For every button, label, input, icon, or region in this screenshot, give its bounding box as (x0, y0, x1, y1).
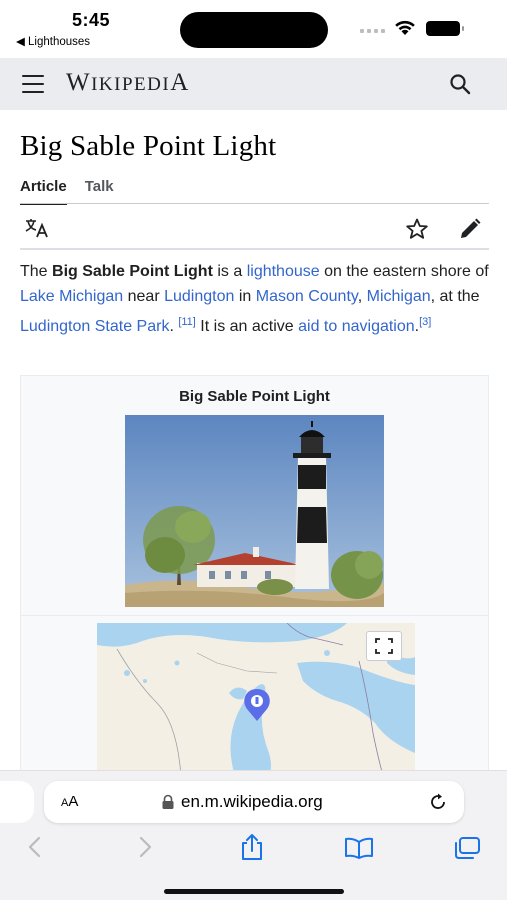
lock-icon (162, 794, 174, 809)
reference-11[interactable]: [11] (178, 316, 196, 328)
infobox: Big Sable Point Light (20, 375, 489, 776)
link-aid-to-navigation[interactable]: aid to navigation (298, 318, 415, 335)
home-indicator (164, 889, 344, 894)
tab-article[interactable]: Article (20, 178, 67, 205)
lead-text: , at the (430, 288, 480, 306)
back-icon[interactable] (26, 835, 44, 859)
share-icon[interactable] (239, 833, 265, 861)
wikipedia-wordmark[interactable]: WIKIPEDIA (66, 69, 190, 97)
menu-icon[interactable] (22, 75, 44, 93)
browser-nav-row (0, 833, 507, 863)
fullscreen-icon (375, 638, 393, 654)
tab-talk[interactable]: Talk (85, 178, 114, 205)
star-icon[interactable] (405, 217, 429, 241)
edit-icon[interactable] (458, 217, 482, 241)
reload-icon[interactable] (428, 792, 448, 812)
wordmark-middle: IKIPEDI (91, 74, 171, 95)
wordmark-initial: W (66, 69, 92, 96)
lighthouse-photo[interactable] (125, 415, 384, 607)
address-bar[interactable]: AA en.m.wikipedia.org (44, 781, 464, 823)
link-mason-county[interactable]: Mason County (256, 288, 358, 305)
wifi-icon (395, 20, 415, 35)
link-lighthouse[interactable]: lighthouse (247, 263, 320, 280)
aa-large-label: A (68, 793, 79, 810)
lead-text: The (20, 263, 53, 280)
page-title: Big Sable Point Light (20, 130, 277, 162)
bookmarks-icon[interactable] (344, 837, 374, 859)
lead-text: in (234, 288, 256, 306)
status-bar: 5:45 ◀ Lighthouses (0, 0, 507, 58)
tabs-divider (20, 203, 489, 204)
link-ludington[interactable]: Ludington (164, 288, 234, 305)
forward-icon[interactable] (136, 835, 154, 859)
lead-text: . (169, 317, 179, 335)
search-icon[interactable] (449, 73, 471, 95)
lead-text: near (123, 288, 165, 306)
infobox-caption: Big Sable Point Light (179, 388, 330, 405)
wordmark-final: A (170, 69, 190, 96)
location-map[interactable] (97, 623, 415, 776)
lead-text: It is an active (195, 317, 299, 335)
page-settings-button[interactable]: AA (61, 793, 78, 810)
cellular-signal-icon (360, 29, 385, 33)
lead-text: is a (212, 263, 247, 280)
infobox-divider (21, 615, 488, 616)
map-fullscreen-button[interactable] (366, 631, 402, 661)
status-time: 5:45 (72, 10, 111, 30)
tabs-icon[interactable] (453, 836, 481, 860)
link-ludington-state-park[interactable]: Ludington State Park (20, 318, 169, 335)
lead-subject: Big Sable Point Light (52, 263, 213, 280)
lead-text: , (357, 288, 367, 306)
page-actions-toolbar (20, 206, 489, 250)
back-to-app-link[interactable]: ◀ Lighthouses (16, 34, 90, 48)
wiki-header: WIKIPEDIA (0, 58, 507, 110)
translate-icon[interactable] (24, 218, 50, 238)
url-text[interactable]: en.m.wikipedia.org (181, 792, 323, 812)
battery-icon (426, 21, 464, 36)
previous-tab-preview[interactable] (0, 781, 34, 823)
reference-3[interactable]: [3] (419, 316, 431, 328)
lead-paragraph: The Big Sable Point Light is a lighthous… (20, 259, 490, 339)
link-michigan[interactable]: Michigan (367, 288, 431, 305)
page-tabs: Article Talk (20, 178, 114, 205)
dynamic-island (180, 12, 328, 48)
lead-text: on the eastern shore of (319, 263, 489, 280)
safari-toolbar: AA en.m.wikipedia.org (0, 770, 507, 900)
link-lake-michigan[interactable]: Lake Michigan (20, 288, 123, 305)
